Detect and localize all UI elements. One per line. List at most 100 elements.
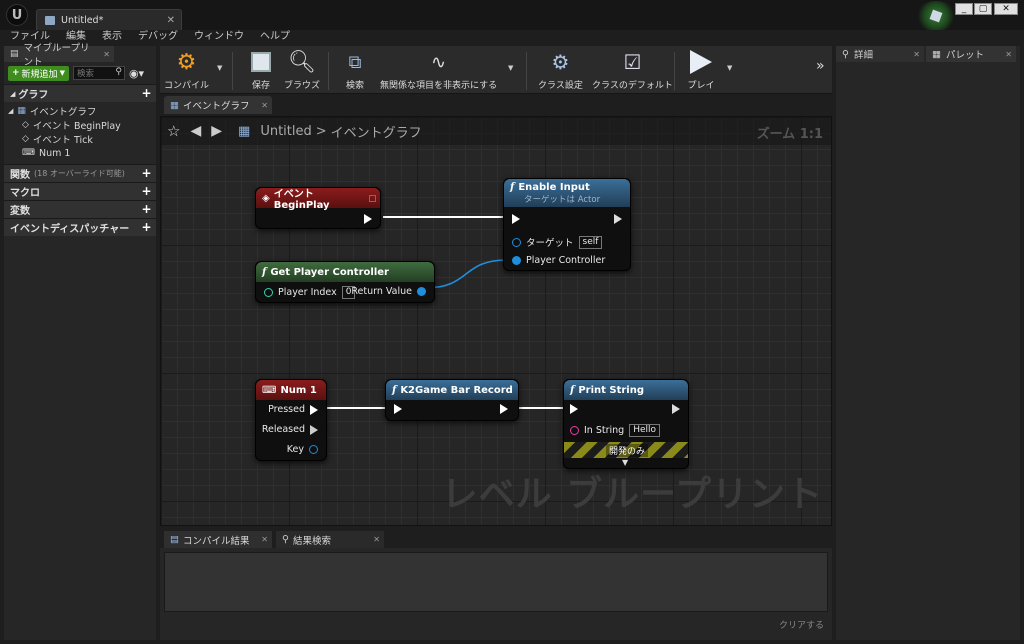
back-arrow-icon[interactable]: ◀ xyxy=(190,123,201,139)
hide-unrelated-button[interactable]: ∿ 無関係な項目を非表示にする xyxy=(380,48,497,92)
section-dispatchers[interactable]: イベントディスパッチャー + xyxy=(4,218,156,236)
maximize-button[interactable]: ▢ xyxy=(974,3,992,15)
details-tab-label: 詳細 xyxy=(853,50,873,61)
breadcrumb-root[interactable]: Untitled xyxy=(260,124,311,139)
source-control-icon[interactable] xyxy=(915,1,957,31)
close-tab-icon[interactable]: ✕ xyxy=(167,15,175,26)
class-defaults-button[interactable]: ☑ クラスのデフォルト xyxy=(592,48,673,91)
book-icon: ▤ xyxy=(10,49,19,59)
int-pin-icon xyxy=(264,288,273,297)
node-k2game-bar-record[interactable]: f K2Game Bar Record xyxy=(385,379,519,421)
section-dispatchers-label: イベントディスパッチャー xyxy=(10,224,130,235)
add-new-button[interactable]: + 新規追加 ▼ xyxy=(8,65,69,81)
toolbar-overflow-icon[interactable]: » xyxy=(816,58,825,74)
exec-out-pin[interactable] xyxy=(364,214,372,224)
event-graph-canvas[interactable]: ☆ ◀ ▶ ▦ Untitled > イベントグラフ ズーム 1:1 レベル ブ… xyxy=(160,116,832,526)
compile-options-icon[interactable]: ▼ xyxy=(217,64,222,72)
exec-in-pin[interactable] xyxy=(512,214,520,224)
in-string-value[interactable]: Hello xyxy=(629,424,661,437)
tree-item-label: イベントグラフ xyxy=(29,107,97,118)
close-tab-icon[interactable]: ✕ xyxy=(261,101,268,110)
details-tab[interactable]: ⚲ 詳細 ✕ xyxy=(836,46,924,62)
play-button[interactable]: プレイ xyxy=(686,48,716,91)
search-placeholder: 検索 xyxy=(76,69,94,79)
node-enable-input[interactable]: f Enable Input ターゲットは Actor ターゲット self P… xyxy=(503,178,631,271)
in-string-pin[interactable]: In String Hello xyxy=(570,424,661,437)
document-tab[interactable]: Untitled* ✕ xyxy=(36,9,182,31)
exec-in-pin[interactable] xyxy=(570,404,578,414)
class-settings-button[interactable]: ⚙ クラス設定 xyxy=(538,48,583,91)
add-function-button[interactable]: + xyxy=(141,167,152,179)
menu-window[interactable]: ウィンドウ xyxy=(194,30,244,44)
pressed-pin[interactable]: Pressed xyxy=(268,404,318,415)
browse-button[interactable]: 🔍︎ ブラウズ xyxy=(284,48,320,92)
menu-debug[interactable]: デバッグ xyxy=(138,30,178,44)
forward-arrow-icon[interactable]: ▶ xyxy=(211,123,222,139)
section-graph[interactable]: ◢ グラフ + xyxy=(4,84,156,102)
tree-item-event-graph[interactable]: ◢ ▦ イベントグラフ xyxy=(8,104,156,118)
event-graph-tab[interactable]: ▦ イベントグラフ ✕ xyxy=(164,96,272,114)
struct-pin-icon xyxy=(309,445,318,454)
palette-icon: ▦ xyxy=(932,48,941,60)
compile-button[interactable]: ⚙ コンパイル xyxy=(164,48,209,92)
unreal-logo-icon[interactable]: U xyxy=(6,4,28,26)
menu-view[interactable]: 表示 xyxy=(102,30,122,44)
hide-unrelated-icon: ∿ xyxy=(431,51,447,73)
close-tab-icon[interactable]: ✕ xyxy=(913,50,920,59)
minimize-button[interactable]: _ xyxy=(955,3,973,15)
exec-out-pin[interactable] xyxy=(672,404,680,414)
add-graph-button[interactable]: + xyxy=(141,87,152,99)
favorite-star-icon[interactable]: ☆ xyxy=(167,122,180,140)
pin-label: Return Value xyxy=(351,286,412,297)
tree-item-tick[interactable]: ◇ イベント Tick xyxy=(8,132,156,146)
my-blueprint-tab[interactable]: ▤ マイブループリント ✕ xyxy=(4,43,114,68)
play-options-icon[interactable]: ▼ xyxy=(727,64,732,72)
close-tab-icon[interactable]: ✕ xyxy=(103,50,110,59)
node-num1[interactable]: ⌨ Num 1 Pressed Released Key xyxy=(255,379,327,461)
close-tab-icon[interactable]: ✕ xyxy=(1005,50,1012,59)
clear-button[interactable]: クリアする xyxy=(779,618,824,631)
key-pin[interactable]: Key xyxy=(287,444,318,455)
section-macros[interactable]: マクロ + xyxy=(4,182,156,200)
add-variable-button[interactable]: + xyxy=(141,203,152,215)
section-variables[interactable]: 変数 + xyxy=(4,200,156,218)
expand-advanced-icon[interactable]: ▼ xyxy=(622,458,628,467)
close-tab-icon[interactable]: ✕ xyxy=(373,535,380,544)
target-pin[interactable]: ターゲット self xyxy=(512,235,603,249)
return-value-pin[interactable]: Return Value xyxy=(351,286,426,297)
close-button[interactable]: ✕ xyxy=(994,3,1018,15)
exec-out-pin[interactable] xyxy=(500,404,508,414)
tree-item-label: イベント Tick xyxy=(32,135,93,146)
node-get-player-controller[interactable]: f Get Player Controller Player Index 0 R… xyxy=(255,261,435,303)
close-tab-icon[interactable]: ✕ xyxy=(261,535,268,544)
exec-out-pin[interactable] xyxy=(614,214,622,224)
compile-results-tab[interactable]: ▤ コンパイル結果 ✕ xyxy=(164,531,272,548)
toolbar-separator xyxy=(674,52,675,90)
delegate-pin-icon[interactable] xyxy=(369,194,376,202)
event-icon: ◇ xyxy=(22,120,29,130)
tree-item-num1[interactable]: ⌨ Num 1 xyxy=(8,146,156,160)
menu-help[interactable]: ヘルプ xyxy=(260,30,290,44)
node-print-string[interactable]: f Print String In String Hello 開発のみ ▼ xyxy=(563,379,689,469)
section-functions[interactable]: 関数 (18 オーバーライド可能) + xyxy=(4,164,156,182)
find-results-tab[interactable]: ⚲ 結果検索 ✕ xyxy=(276,531,384,548)
compile-results-panel: クリアする xyxy=(160,548,832,640)
find-button[interactable]: ⧉ 検索 xyxy=(340,48,370,92)
add-macro-button[interactable]: + xyxy=(141,185,152,197)
search-input[interactable]: 検索 ⚲ xyxy=(72,66,125,80)
node-event-beginplay[interactable]: ◈ イベント BeginPlay xyxy=(255,187,381,229)
tree-item-beginplay[interactable]: ◇ イベント BeginPlay xyxy=(8,118,156,132)
released-pin[interactable]: Released xyxy=(262,424,318,435)
search-icon: ⚲ xyxy=(115,67,122,77)
object-pin-icon xyxy=(417,287,426,296)
player-controller-pin[interactable]: Player Controller xyxy=(512,255,605,266)
palette-tab[interactable]: ▦ パレット ✕ xyxy=(926,46,1016,62)
player-index-pin[interactable]: Player Index 0 xyxy=(264,286,356,299)
breadcrumb-separator: > xyxy=(315,123,327,139)
collapse-icon: ◢ xyxy=(8,107,14,115)
exec-in-pin[interactable] xyxy=(394,404,402,414)
save-button[interactable]: 保存 xyxy=(246,48,276,91)
hide-options-icon[interactable]: ▼ xyxy=(508,64,513,72)
eye-icon[interactable]: ◉▾ xyxy=(129,67,144,80)
add-dispatcher-button[interactable]: + xyxy=(141,221,152,233)
